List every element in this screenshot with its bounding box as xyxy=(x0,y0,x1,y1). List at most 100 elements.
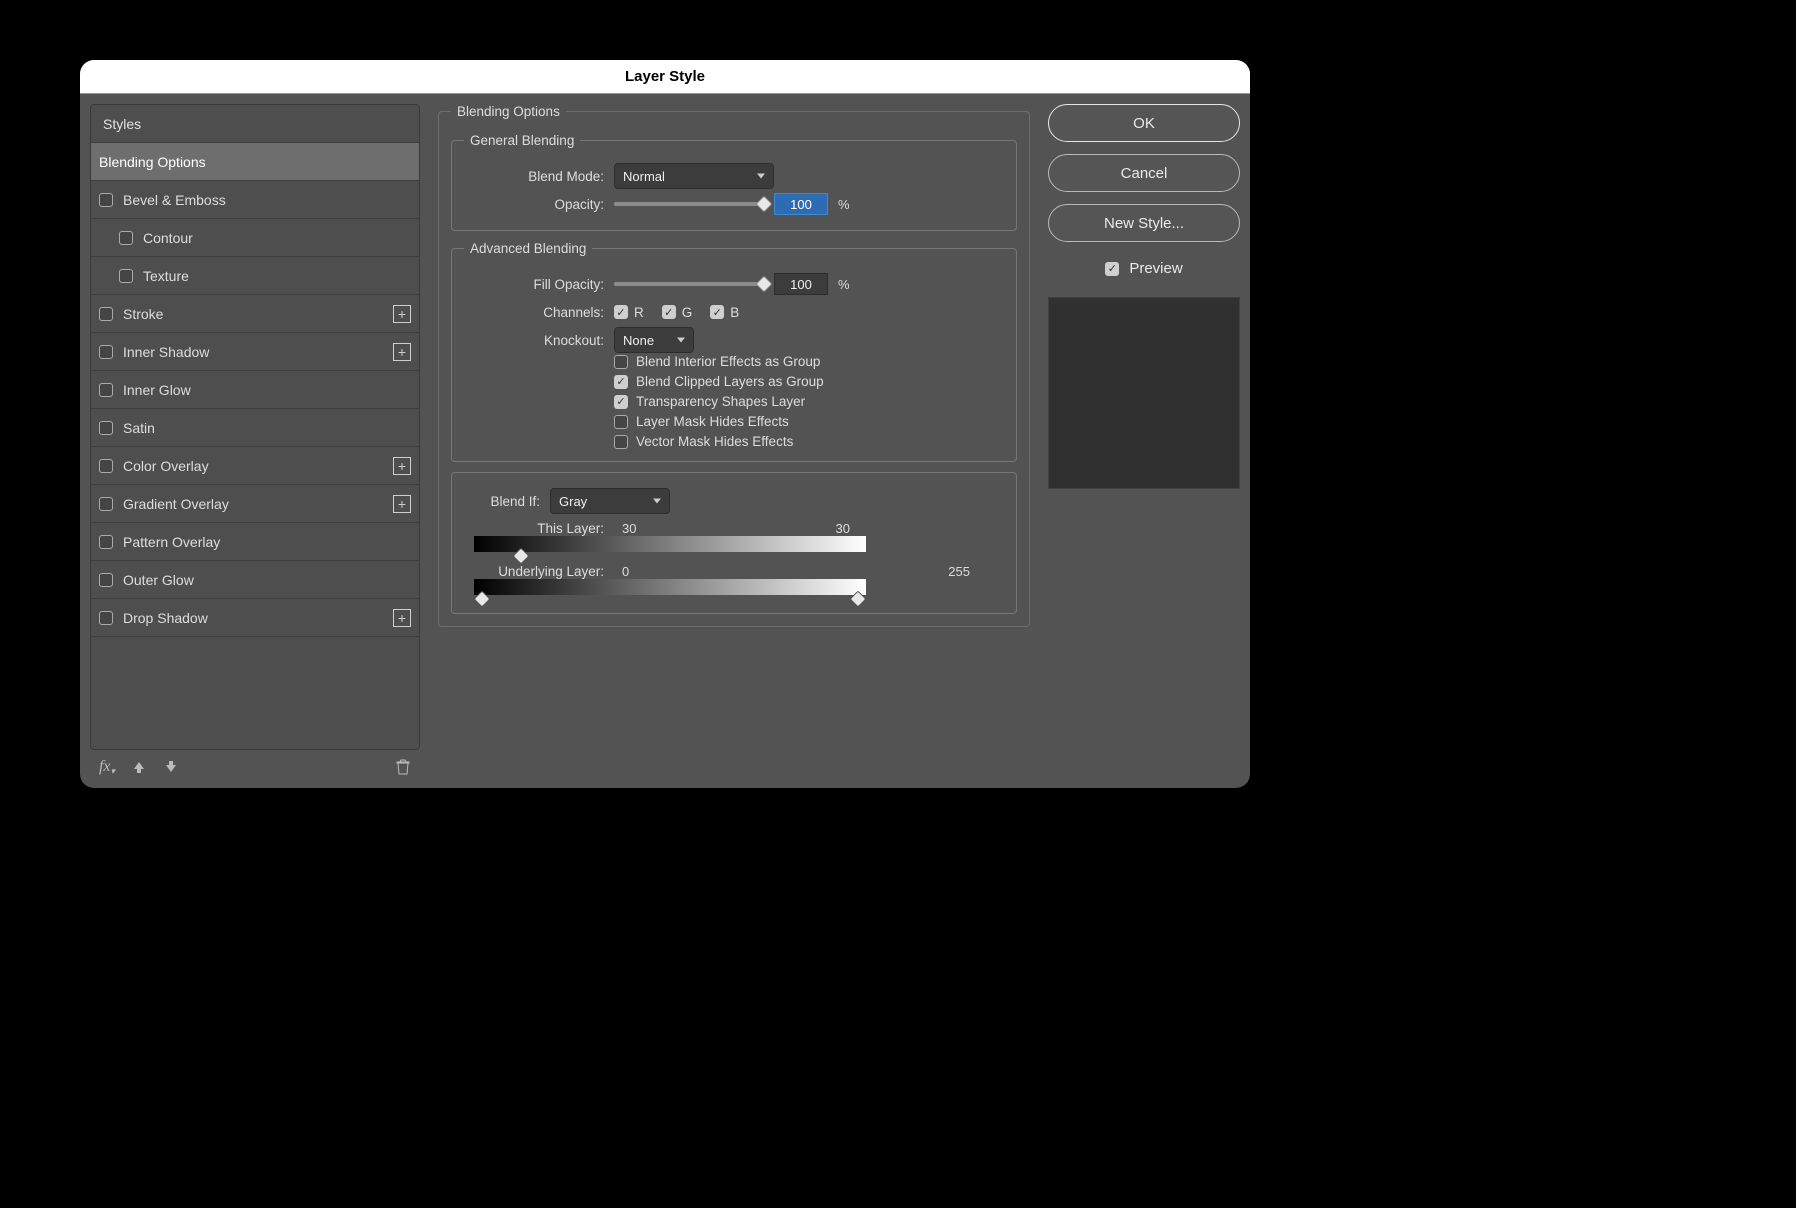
sidebar-item-label: Bevel & Emboss xyxy=(123,192,226,208)
opacity-input[interactable] xyxy=(774,193,828,215)
new-style-button[interactable]: New Style... xyxy=(1048,204,1240,242)
transparency-shapes-checkbox[interactable]: ✓ xyxy=(614,395,628,409)
blend-if-select[interactable]: Gray xyxy=(550,488,670,514)
checkbox[interactable] xyxy=(119,231,133,245)
checkbox[interactable] xyxy=(99,307,113,321)
add-icon[interactable]: + xyxy=(393,457,411,475)
fill-opacity-input[interactable] xyxy=(774,273,828,295)
blend-mode-select[interactable]: Normal xyxy=(614,163,774,189)
sidebar-item-satin[interactable]: Satin xyxy=(91,409,419,447)
sidebar-item-label: Texture xyxy=(143,268,189,284)
sidebar-item-label: Outer Glow xyxy=(123,572,194,588)
sidebar-item-blending-options[interactable]: Blending Options xyxy=(91,143,419,181)
blend-interior-label: Blend Interior Effects as Group xyxy=(636,354,820,369)
advanced-blending-group: Advanced Blending Fill Opacity: % Channe… xyxy=(451,241,1017,462)
underlying-high-value: 255 xyxy=(948,564,970,579)
add-icon[interactable]: + xyxy=(393,305,411,323)
general-blending-legend: General Blending xyxy=(464,133,580,148)
fill-opacity-label: Fill Opacity: xyxy=(464,277,604,292)
channel-g-label: G xyxy=(682,305,693,320)
checkbox[interactable] xyxy=(99,421,113,435)
sidebar-item-label: Gradient Overlay xyxy=(123,496,229,512)
transparency-shapes-label: Transparency Shapes Layer xyxy=(636,394,805,409)
checkbox[interactable] xyxy=(119,269,133,283)
blend-clipped-label: Blend Clipped Layers as Group xyxy=(636,374,824,389)
add-icon[interactable]: + xyxy=(393,495,411,513)
sidebar-item-inner-shadow[interactable]: Inner Shadow + xyxy=(91,333,419,371)
underlying-low-value: 0 xyxy=(622,564,629,579)
this-layer-gradient[interactable] xyxy=(474,536,866,552)
blend-clipped-checkbox[interactable]: ✓ xyxy=(614,375,628,389)
arrow-up-icon[interactable] xyxy=(130,758,148,776)
preview-label: Preview xyxy=(1129,260,1182,277)
slider-thumb-icon[interactable] xyxy=(473,591,490,608)
channel-g-checkbox[interactable]: ✓ xyxy=(662,305,676,319)
add-icon[interactable]: + xyxy=(393,343,411,361)
sidebar-item-texture[interactable]: Texture xyxy=(91,257,419,295)
knockout-select[interactable]: None xyxy=(614,327,694,353)
dialog-title: Layer Style xyxy=(80,60,1250,94)
blend-interior-checkbox[interactable] xyxy=(614,355,628,369)
sidebar-item-bevel-emboss[interactable]: Bevel & Emboss xyxy=(91,181,419,219)
sidebar-header-label: Styles xyxy=(103,116,141,132)
sidebar-item-outer-glow[interactable]: Outer Glow xyxy=(91,561,419,599)
channels-label: Channels: xyxy=(464,305,604,320)
checkbox[interactable] xyxy=(99,573,113,587)
this-layer-low-value: 30 xyxy=(622,521,636,536)
blend-mode-label: Blend Mode: xyxy=(464,169,604,184)
sidebar-header[interactable]: Styles xyxy=(91,105,419,143)
layer-mask-hides-checkbox[interactable] xyxy=(614,415,628,429)
checkbox[interactable] xyxy=(99,383,113,397)
checkbox[interactable] xyxy=(99,497,113,511)
vector-mask-hides-checkbox[interactable] xyxy=(614,435,628,449)
slider-thumb-icon[interactable] xyxy=(850,591,867,608)
sidebar-item-inner-glow[interactable]: Inner Glow xyxy=(91,371,419,409)
sidebar-item-color-overlay[interactable]: Color Overlay+ xyxy=(91,447,419,485)
add-icon[interactable]: + xyxy=(393,609,411,627)
checkbox[interactable] xyxy=(99,345,113,359)
dialog-body: Styles Blending Options Bevel & Emboss C… xyxy=(80,94,1250,788)
channel-r-label: R xyxy=(634,305,644,320)
underlying-layer-label: Underlying Layer: xyxy=(474,564,604,579)
layer-mask-hides-label: Layer Mask Hides Effects xyxy=(636,414,789,429)
advanced-blending-legend: Advanced Blending xyxy=(464,241,592,256)
arrow-down-icon[interactable] xyxy=(162,758,180,776)
sidebar-item-gradient-overlay[interactable]: Gradient Overlay + xyxy=(91,485,419,523)
slider-thumb-icon[interactable] xyxy=(513,548,530,565)
channel-b-label: B xyxy=(730,305,739,320)
sidebar-item-pattern-overlay[interactable]: Pattern Overlay xyxy=(91,523,419,561)
channel-b-checkbox[interactable]: ✓ xyxy=(710,305,724,319)
this-layer-label: This Layer: xyxy=(474,521,604,536)
fx-icon[interactable]: fx▾ xyxy=(98,758,116,776)
opacity-slider[interactable] xyxy=(614,202,764,206)
trash-icon[interactable] xyxy=(394,758,412,776)
checkbox[interactable] xyxy=(99,535,113,549)
sidebar-item-label: Stroke xyxy=(123,306,163,322)
knockout-label: Knockout: xyxy=(464,333,604,348)
checkbox[interactable] xyxy=(99,193,113,207)
checkbox[interactable] xyxy=(99,459,113,473)
sidebar-item-label: Drop Shadow xyxy=(123,610,208,626)
underlying-layer-gradient[interactable] xyxy=(474,579,866,595)
sidebar-item-label: Blending Options xyxy=(99,154,206,170)
cancel-button[interactable]: Cancel xyxy=(1048,154,1240,192)
blending-options-legend: Blending Options xyxy=(451,104,566,119)
sidebar-item-stroke[interactable]: Stroke + xyxy=(91,295,419,333)
vector-mask-hides-label: Vector Mask Hides Effects xyxy=(636,434,793,449)
layer-style-dialog: Layer Style Styles Blending Options Beve… xyxy=(80,60,1250,788)
sidebar-item-label: Inner Shadow xyxy=(123,344,209,360)
right-panel: OK Cancel New Style... ✓ Preview xyxy=(1048,104,1240,778)
checkbox[interactable] xyxy=(99,611,113,625)
sidebar-item-contour[interactable]: Contour xyxy=(91,219,419,257)
preview-checkbox[interactable]: ✓ xyxy=(1105,262,1119,276)
blending-options-group: Blending Options General Blending Blend … xyxy=(438,104,1030,627)
ok-button[interactable]: OK xyxy=(1048,104,1240,142)
blend-if-group: Blend If: Gray This Layer: 30 30 xyxy=(451,472,1017,614)
sidebar-item-label: Inner Glow xyxy=(123,382,191,398)
sidebar-item-label: Satin xyxy=(123,420,155,436)
percent-label: % xyxy=(838,277,850,292)
fill-opacity-slider[interactable] xyxy=(614,282,764,286)
sidebar-item-drop-shadow[interactable]: Drop Shadow + xyxy=(91,599,419,637)
channel-r-checkbox[interactable]: ✓ xyxy=(614,305,628,319)
sidebar-item-label: Contour xyxy=(143,230,193,246)
